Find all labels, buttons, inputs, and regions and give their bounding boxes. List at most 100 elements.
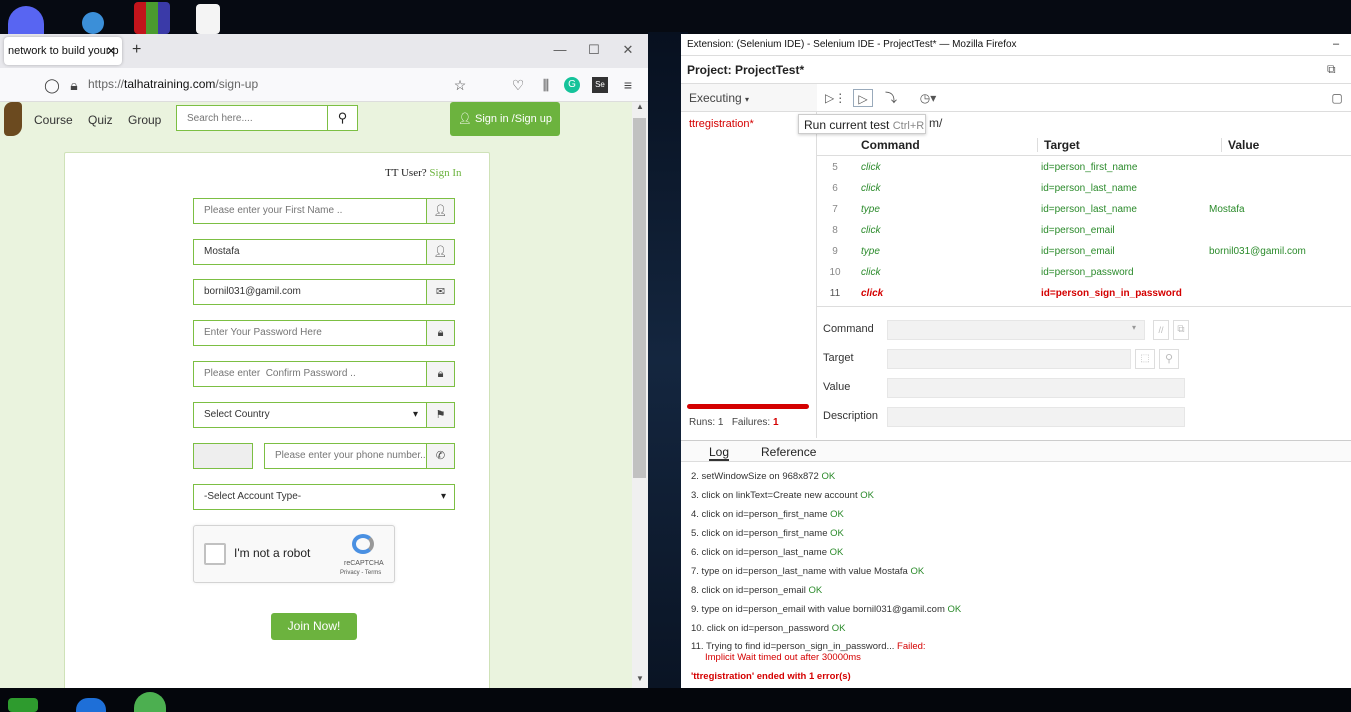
speed-icon[interactable]: ◷▾: [913, 89, 943, 107]
command-row[interactable]: 5 click id=person_first_name: [817, 157, 1351, 178]
confirm-password-field: 🔒︎: [193, 361, 455, 387]
chevron-down-icon: ▾: [1131, 323, 1136, 332]
pocket-icon[interactable]: ♡: [510, 77, 526, 93]
target-input[interactable]: [887, 349, 1131, 369]
open-reference-icon[interactable]: ⧉: [1173, 320, 1189, 340]
scroll-down-icon[interactable]: ▼: [632, 674, 648, 683]
value-input[interactable]: [887, 378, 1185, 398]
recaptcha-checkbox[interactable]: [204, 543, 226, 565]
lock-icon[interactable]: 🔒︎: [66, 77, 82, 93]
close-tab-icon[interactable]: ✕: [106, 37, 116, 65]
new-window-icon[interactable]: ⧉: [1327, 62, 1336, 77]
command-row[interactable]: 6 click id=person_last_name: [817, 178, 1351, 199]
search-icon[interactable]: ⚲: [327, 106, 357, 130]
row-target: id=person_first_name: [1041, 162, 1138, 173]
value-label: Value: [823, 381, 851, 393]
scrollbar-thumb[interactable]: [633, 118, 646, 478]
row-target: id=person_last_name: [1041, 204, 1137, 215]
comment-icon[interactable]: ▢: [1327, 89, 1347, 107]
command-input[interactable]: ▾: [887, 320, 1145, 340]
phone-field: ✆: [264, 443, 455, 469]
step-over-icon[interactable]: ⤵: [881, 89, 901, 107]
password-input[interactable]: [194, 321, 422, 345]
new-tab-icon[interactable]: +: [132, 41, 141, 59]
phone-icon: ✆: [426, 444, 454, 468]
run-current-test-icon[interactable]: ▷: [853, 89, 873, 107]
comment-toggle-icon[interactable]: //: [1153, 320, 1169, 340]
signin-signup-button[interactable]: 👤︎ Sign in /Sign up: [450, 102, 560, 136]
executing-dropdown[interactable]: Executing ▾: [681, 84, 817, 112]
project-name[interactable]: Project: ProjectTest*: [681, 56, 1351, 84]
discord-icon[interactable]: [8, 6, 44, 34]
cpu-app-icon[interactable]: [8, 698, 38, 712]
url-path: /sign-up: [215, 77, 259, 91]
row-number: 11: [829, 288, 841, 299]
tab-log[interactable]: Log: [709, 445, 730, 461]
library-icon[interactable]: ⫼: [538, 77, 554, 93]
command-row[interactable]: 11 click id=person_sign_in_password: [817, 283, 1351, 304]
first-name-input[interactable]: [194, 199, 422, 223]
recaptcha-links[interactable]: Privacy - Terms: [340, 570, 381, 576]
log-text: 5. click on id=person_first_name: [691, 528, 828, 539]
log-line: 3. click on linkText=Create new account …: [691, 490, 874, 501]
run-all-icon[interactable]: ▷⋮: [825, 89, 846, 107]
green-app-icon[interactable]: [134, 692, 166, 712]
select-target-icon[interactable]: ⬚: [1135, 349, 1155, 369]
phone-input[interactable]: [265, 444, 425, 468]
log-status: OK: [830, 528, 844, 539]
email-input[interactable]: [194, 280, 422, 304]
nav-group[interactable]: Group: [128, 113, 161, 127]
test-item-ttregistration[interactable]: ttregistration*: [689, 118, 754, 130]
executing-label: Executing: [689, 91, 742, 105]
account-type-value: -Select Account Type-: [204, 491, 302, 502]
nav-quiz[interactable]: Quiz: [88, 113, 113, 127]
menu-icon[interactable]: ≡: [620, 77, 636, 93]
command-row[interactable]: 7 type id=person_last_name Mostafa: [817, 199, 1351, 220]
tab-reference[interactable]: Reference: [761, 445, 816, 459]
join-now-button[interactable]: Join Now!: [271, 613, 357, 640]
target-label: Target: [823, 352, 854, 364]
find-target-icon[interactable]: ⚲: [1159, 349, 1179, 369]
chevron-down-icon: ▾: [412, 409, 418, 420]
bookmark-star-icon[interactable]: ☆: [452, 77, 468, 93]
log-end-summary: 'ttregistration' ended with 1 error(s): [691, 671, 851, 682]
grammarly-icon[interactable]: G: [564, 77, 580, 93]
account-type-select[interactable]: -Select Account Type- ▾: [193, 484, 455, 510]
log-line: 4. click on id=person_first_name OK: [691, 509, 844, 520]
browser-tab[interactable]: network to build your p ✕: [4, 37, 122, 65]
close-window-icon[interactable]: ✕: [618, 40, 638, 60]
shield-app-icon[interactable]: [76, 698, 106, 712]
row-number: 7: [832, 204, 838, 215]
minimize-icon[interactable]: —: [550, 40, 570, 60]
winrar-icon[interactable]: [134, 2, 170, 34]
row-number: 8: [832, 225, 838, 236]
last-name-input[interactable]: [194, 240, 422, 264]
selenium-ext-icon[interactable]: Se: [592, 77, 608, 93]
signup-card: TT User? Sign In 👤︎ 👤︎ ✉ 🔒︎ 🔒︎: [64, 152, 490, 688]
country-select[interactable]: Select Country ▾ ⚑: [193, 402, 455, 428]
log-status: OK: [910, 566, 925, 577]
signin-button-label: Sign in /Sign up: [474, 113, 553, 125]
site-logo[interactable]: [4, 102, 22, 136]
description-input[interactable]: [887, 407, 1185, 427]
row-number: 5: [832, 162, 838, 173]
command-row[interactable]: 9 type id=person_email bornil031@gamil.c…: [817, 241, 1351, 262]
row-value: bornil031@gamil.com: [1209, 246, 1306, 257]
run-test-tooltip: Run current test Ctrl+R: [798, 114, 926, 134]
base-url-fragment[interactable]: m/: [929, 116, 942, 130]
confirm-password-input[interactable]: [194, 362, 422, 386]
first-name-field: 👤︎: [193, 198, 455, 224]
app-icon-qb[interactable]: [82, 12, 104, 34]
nav-course[interactable]: Course: [34, 113, 73, 127]
ide-minimize-icon[interactable]: –: [1333, 38, 1339, 50]
country-code-field[interactable]: [193, 443, 253, 469]
tracking-shield-icon[interactable]: ◯: [44, 77, 60, 93]
command-row[interactable]: 8 click id=person_email: [817, 220, 1351, 241]
scroll-up-icon[interactable]: ▲: [632, 102, 648, 111]
document-icon[interactable]: [196, 4, 220, 34]
search-input[interactable]: [177, 106, 327, 130]
maximize-icon[interactable]: ☐: [584, 40, 604, 60]
address-field[interactable]: https://talhatraining.com/sign-up: [88, 77, 258, 91]
sign-in-link[interactable]: Sign In: [429, 167, 461, 179]
command-row[interactable]: 10 click id=person_password: [817, 262, 1351, 283]
